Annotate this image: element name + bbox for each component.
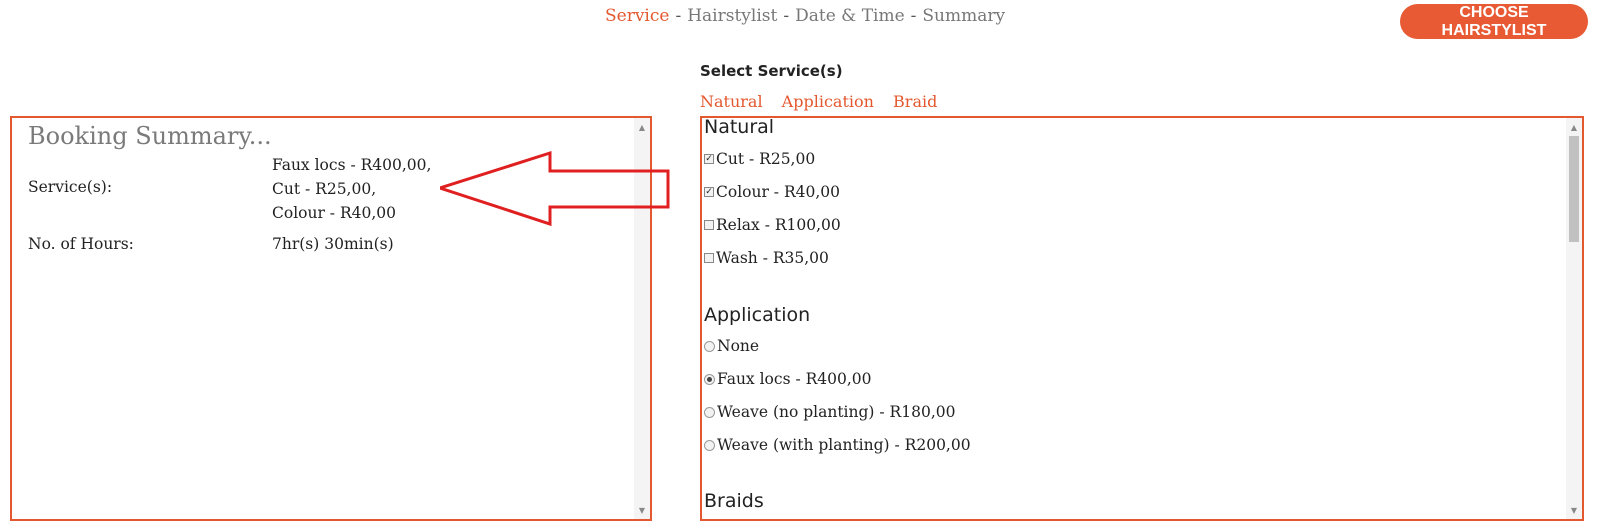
- radio-unselected-icon[interactable]: [704, 406, 715, 418]
- choose-hairstylist-button[interactable]: CHOOSE HAIRSTYLIST: [1400, 4, 1588, 39]
- services-scrollbar[interactable]: ▲ ▼: [1566, 118, 1582, 519]
- step-separator: -: [910, 6, 917, 26]
- option-label: Weave (no planting) - R180,00: [717, 403, 956, 421]
- scrollbar-thumb[interactable]: [1569, 136, 1579, 242]
- scroll-down-icon[interactable]: ▼: [634, 503, 650, 517]
- option-relax[interactable]: Relax - R100,00: [704, 216, 841, 234]
- checkbox-unchecked-icon[interactable]: [704, 253, 714, 263]
- services-label: Service(s):: [28, 178, 113, 196]
- option-wash[interactable]: Wash - R35,00: [704, 249, 829, 267]
- scroll-down-icon[interactable]: ▼: [1566, 503, 1582, 517]
- step-hairstylist[interactable]: Hairstylist: [687, 6, 777, 26]
- option-label: Relax - R100,00: [716, 216, 841, 234]
- checkbox-checked-icon[interactable]: ✓: [704, 187, 714, 197]
- option-none[interactable]: None: [704, 337, 759, 355]
- step-service[interactable]: Service: [605, 6, 669, 26]
- category-link-braid[interactable]: Braid: [893, 92, 937, 111]
- option-label: Faux locs - R400,00: [717, 370, 872, 388]
- step-breadcrumb: Service - Hairstylist - Date & Time - Summary: [605, 6, 1005, 26]
- radio-selected-icon[interactable]: [704, 373, 715, 385]
- category-link-natural[interactable]: Natural: [700, 92, 763, 111]
- category-links: Natural Application Braid: [700, 92, 951, 111]
- service-line: Faux locs - R400,00,: [272, 156, 432, 174]
- scroll-up-icon[interactable]: ▲: [1566, 120, 1582, 134]
- scroll-up-icon[interactable]: ▲: [634, 120, 650, 134]
- radio-unselected-icon[interactable]: [704, 340, 715, 352]
- group-title-natural: Natural: [704, 116, 775, 138]
- services-value: Faux locs - R400,00, Cut - R25,00, Colou…: [272, 153, 431, 225]
- option-cut[interactable]: ✓ Cut - R25,00: [704, 150, 815, 168]
- hours-value: 7hr(s) 30min(s): [272, 235, 394, 253]
- group-title-application: Application: [704, 304, 811, 326]
- service-line: Cut - R25,00,: [272, 180, 377, 198]
- annotation-arrow-icon: [440, 150, 670, 227]
- option-label: Cut - R25,00: [716, 150, 816, 168]
- option-label: Colour - R40,00: [716, 183, 841, 201]
- hours-label: No. of Hours:: [28, 235, 134, 253]
- option-label: Wash - R35,00: [716, 249, 829, 267]
- select-services-heading: Select Service(s): [700, 62, 843, 80]
- step-separator: -: [675, 6, 682, 26]
- step-date-time[interactable]: Date & Time: [795, 6, 905, 26]
- service-line: Colour - R40,00: [272, 204, 397, 222]
- option-colour[interactable]: ✓ Colour - R40,00: [704, 183, 840, 201]
- radio-unselected-icon[interactable]: [704, 439, 715, 451]
- option-weave-with-planting[interactable]: Weave (with planting) - R200,00: [704, 436, 971, 454]
- option-label: Weave (with planting) - R200,00: [717, 436, 971, 454]
- services-panel: Natural ✓ Cut - R25,00 ✓ Colour - R40,00 R…: [700, 116, 1584, 521]
- step-separator: -: [783, 6, 790, 26]
- group-title-braids: Braids: [704, 490, 764, 512]
- option-weave-no-planting[interactable]: Weave (no planting) - R180,00: [704, 403, 955, 421]
- booking-summary-title: Booking Summary...: [28, 122, 272, 150]
- step-summary[interactable]: Summary: [922, 6, 1005, 26]
- option-faux-locs[interactable]: Faux locs - R400,00: [704, 370, 872, 388]
- checkbox-unchecked-icon[interactable]: [704, 220, 714, 230]
- category-link-application[interactable]: Application: [782, 92, 874, 111]
- option-label: None: [717, 337, 760, 355]
- checkbox-checked-icon[interactable]: ✓: [704, 154, 714, 164]
